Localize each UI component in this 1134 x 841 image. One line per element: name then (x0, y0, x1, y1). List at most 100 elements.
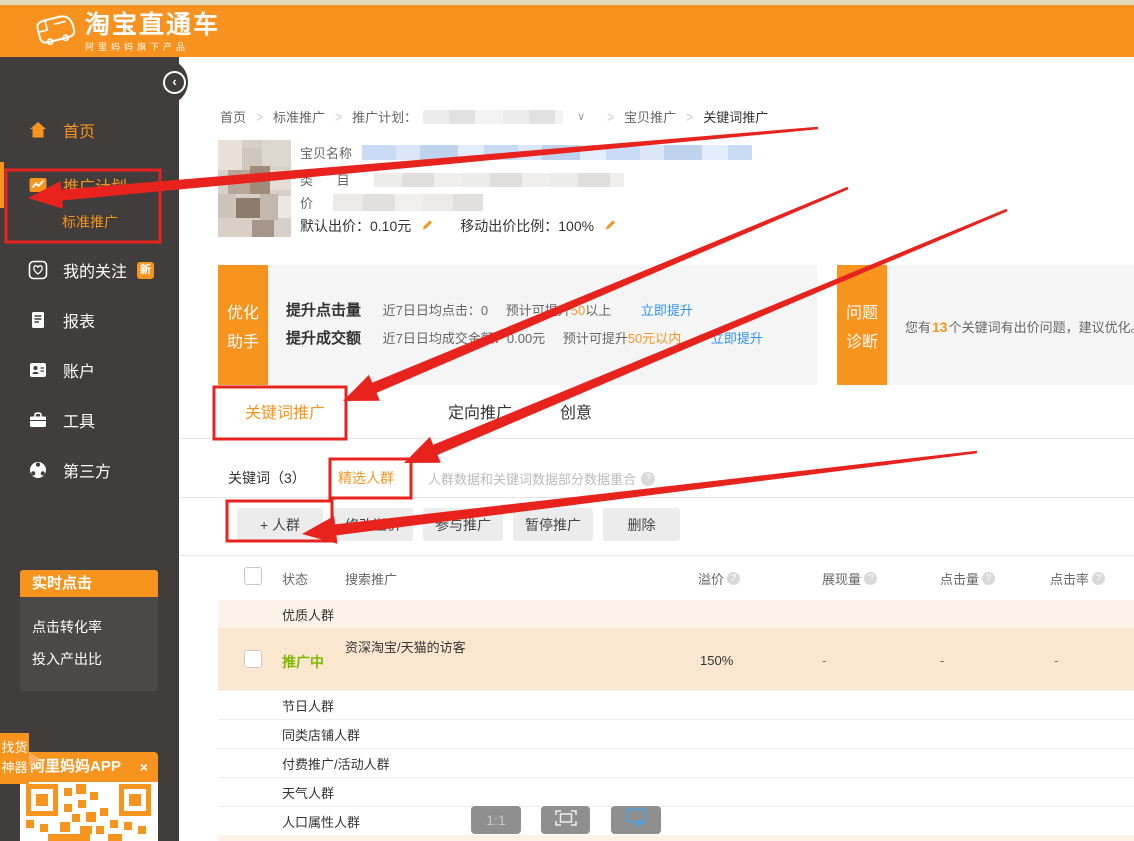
redacted-product-name (362, 145, 752, 160)
audience-group-label: 天气人群 (282, 783, 334, 802)
default-bid-value: 0.10元 (370, 216, 411, 236)
premium-value: 150% (700, 653, 733, 668)
tabs-divider (179, 438, 1134, 439)
subtab-audiences[interactable]: 精选人群 (338, 468, 394, 488)
fullscreen-icon (555, 810, 577, 831)
breadcrumb-item-promo[interactable]: 宝贝推广 (624, 107, 676, 126)
audience-name[interactable]: 资深淘宝/天猫的访客 (345, 637, 466, 656)
audience-group-row[interactable]: 付费推广/活动人群 (218, 748, 1134, 777)
home-icon (28, 120, 48, 140)
sidebar-item-favorites[interactable]: 我的关注 新 (0, 254, 179, 286)
sidebar-item-label: 账户 (63, 358, 95, 382)
column-header-clicks: 点击量? (940, 569, 995, 588)
chevron-down-icon[interactable]: ∨ (577, 110, 585, 123)
account-icon (28, 360, 48, 380)
delete-button[interactable]: 删除 (603, 508, 680, 541)
mobile-ratio-value: 100% (558, 218, 594, 234)
campaign-icon (28, 175, 48, 195)
tab-creative[interactable]: 创意 (560, 399, 592, 423)
heart-icon (28, 260, 48, 280)
problem-diagnosis-label: 问题 诊断 (837, 265, 887, 385)
column-header-ctr: 点击率? (1050, 569, 1105, 588)
new-badge: 新 (137, 262, 154, 279)
optimizer-row-title: 提升成交额 (286, 330, 361, 347)
help-icon[interactable]: ? (727, 572, 740, 585)
app-promo-panel: 阿里妈妈APP × (20, 752, 158, 841)
sidebar-item-label: 推广计划 (63, 173, 127, 197)
sidebar-item-label: 第三方 (63, 458, 111, 482)
add-audience-button[interactable]: + 人群 (237, 508, 323, 541)
realtime-panel-title: 实时点击 (20, 570, 158, 597)
fullscreen-button[interactable] (541, 806, 590, 834)
audience-table: 优质人群推广中资深淘宝/天猫的访客150%---节日人群同类店铺人群付费推广/活… (218, 600, 1134, 835)
sidebar-item-account[interactable]: 账户 (0, 354, 179, 386)
help-icon[interactable]: ? (864, 572, 877, 585)
subtabs-divider (179, 497, 1134, 498)
sidebar-item-reports[interactable]: 报表 (0, 304, 179, 336)
sidebar-item-standard-promo[interactable]: 标准推广 (62, 212, 118, 232)
toolbox-icon (28, 410, 48, 430)
sidebar-item-tools[interactable]: 工具 (0, 404, 179, 436)
help-icon[interactable]: ? (641, 472, 655, 486)
breadcrumb-separator: > (256, 108, 263, 125)
audience-group-label: 付费推广/活动人群 (282, 754, 390, 773)
boost-now-link[interactable]: 立即提升 (641, 303, 693, 318)
edit-pencil-icon[interactable] (604, 218, 617, 234)
audience-group-row[interactable]: 人口属性人群 (218, 806, 1134, 835)
realtime-item-roi[interactable]: 投入产出比 (32, 643, 146, 675)
breadcrumb-separator: > (335, 108, 342, 125)
snip-capture-button[interactable] (611, 806, 661, 834)
bid-settings-row: 默认出价： 0.10元 移动出价比例： 100% (300, 216, 643, 236)
tab-targeted-promo[interactable]: 定向推广 (448, 399, 512, 423)
audience-group-row[interactable]: 优质人群 (218, 600, 1134, 628)
help-icon[interactable]: ? (1092, 572, 1105, 585)
help-icon[interactable]: ? (982, 572, 995, 585)
optimizer-row-stat: 近7日日均成交金额：0.00元 (383, 331, 546, 346)
realtime-item-conversion[interactable]: 点击转化率 (32, 611, 146, 643)
qr-code (20, 782, 158, 841)
sidebar-item-home[interactable]: 首页 (0, 114, 179, 146)
edit-pencil-icon[interactable] (421, 218, 434, 234)
sidebar-item-label: 首页 (63, 118, 95, 142)
next-group-row-partial (218, 835, 1134, 841)
subtab-keywords[interactable]: 关键词（3） (228, 468, 306, 488)
boost-now-link[interactable]: 立即提升 (711, 331, 763, 346)
sidebar-item-label: 我的关注 (63, 258, 127, 282)
app-subtitle: 阿里妈妈旗下产品 (85, 40, 220, 53)
close-icon[interactable]: × (140, 752, 148, 782)
audience-group-label: 节日人群 (282, 696, 334, 715)
product-price-row: 价 (300, 193, 483, 212)
join-promo-button[interactable]: 参与推广 (423, 508, 503, 541)
tab-keyword-promo[interactable]: 关键词推广 (245, 399, 325, 423)
subtab-note: 人群数据和关键词数据部分数据重合 ? (428, 469, 655, 488)
audience-data-row: 推广中资深淘宝/天猫的访客150%--- (218, 628, 1134, 690)
floating-tab-goods-finder[interactable]: 找货 神器 (0, 733, 29, 784)
edit-premium-button[interactable]: 修改溢价 (333, 508, 413, 541)
optimizer-row-stat: 近7日日均点击：0 (383, 303, 488, 318)
screenshot-ratio-button[interactable]: 1:1 (471, 806, 521, 834)
sidebar-item-campaigns[interactable]: 推广计划 (0, 169, 179, 201)
audience-group-row[interactable]: 同类店铺人群 (218, 719, 1134, 748)
clicks-value: - (940, 653, 944, 668)
row-checkbox[interactable] (244, 650, 262, 668)
product-category-label: 类 目 (300, 170, 360, 189)
app-header: 淘宝直通车 阿里妈妈旗下产品 (0, 5, 1134, 57)
breadcrumb-separator: > (686, 108, 693, 125)
breadcrumb-campaign-label: 推广计划： (352, 107, 417, 126)
audience-group-label: 人口属性人群 (282, 812, 360, 831)
impressions-value: - (822, 653, 826, 668)
app-title: 淘宝直通车 (85, 12, 220, 39)
pause-promo-button[interactable]: 暂停推广 (513, 508, 593, 541)
audience-group-row[interactable]: 天气人群 (218, 777, 1134, 806)
sidebar-item-thirdparty[interactable]: 第三方 (0, 454, 179, 486)
snip-icon (625, 808, 647, 832)
sidebar-collapse-button[interactable]: ‹ (160, 59, 188, 105)
breadcrumb-home[interactable]: 首页 (220, 107, 246, 126)
breadcrumb: 首页 > 标准推广 > 推广计划： ∨ > 宝贝推广 > 关键词推广 (220, 107, 768, 126)
breadcrumb-standard-promo[interactable]: 标准推广 (273, 107, 325, 126)
app-logo[interactable]: 淘宝直通车 阿里妈妈旗下产品 (34, 10, 220, 55)
audience-group-row[interactable]: 节日人群 (218, 690, 1134, 719)
select-all-checkbox[interactable] (244, 567, 262, 585)
forecast-value: 50 (571, 303, 585, 318)
optimizer-assistant-box: 优化 助手 提升点击量 近7日日均点击：0 预计可提升50以上 立即提升 提升成… (218, 265, 817, 385)
